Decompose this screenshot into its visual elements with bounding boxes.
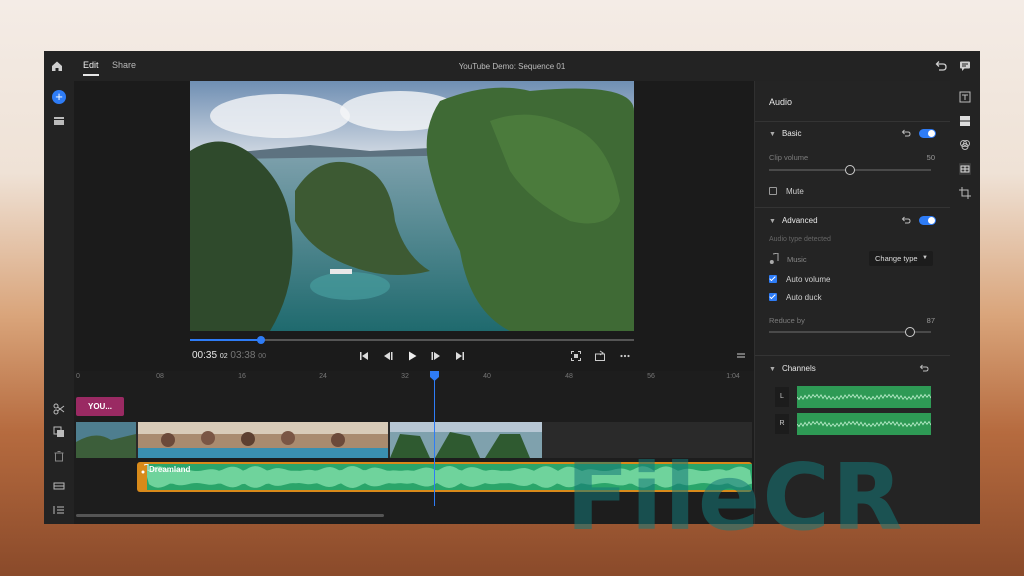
channel-right-label: R bbox=[775, 414, 789, 434]
reduce-by-value: 87 bbox=[926, 316, 935, 325]
ruler-tick: 40 bbox=[483, 373, 491, 380]
clip-volume-value: 50 bbox=[926, 153, 935, 162]
clip-thumbnail[interactable] bbox=[76, 422, 136, 458]
change-type-label: Change type bbox=[875, 254, 918, 263]
reduce-by-slider[interactable] bbox=[769, 327, 931, 337]
watermark: FileCR bbox=[566, 444, 905, 551]
step-back-icon[interactable] bbox=[382, 350, 394, 362]
advanced-section-header[interactable]: ▼ Advanced bbox=[769, 216, 818, 225]
ruler-tick: 56 bbox=[647, 373, 655, 380]
playback-scrubber[interactable] bbox=[190, 336, 634, 344]
project-panel-icon[interactable] bbox=[52, 114, 66, 128]
audio-panel-icon[interactable] bbox=[958, 162, 972, 176]
list-view-icon[interactable] bbox=[52, 503, 66, 517]
total-time: 03:38 bbox=[230, 350, 256, 361]
play-icon[interactable] bbox=[406, 350, 418, 362]
share-frame-icon[interactable] bbox=[594, 350, 606, 362]
sequence-title: YouTube Demo: Sequence 01 bbox=[458, 62, 566, 71]
add-media-button[interactable]: + bbox=[52, 90, 66, 104]
clip-volume-slider[interactable] bbox=[769, 165, 931, 175]
ruler-tick: 08 bbox=[156, 373, 164, 380]
tracks-icon[interactable] bbox=[52, 479, 66, 493]
mute-checkbox[interactable] bbox=[769, 187, 777, 195]
crop-panel-icon[interactable] bbox=[958, 186, 972, 200]
current-frames: 02 bbox=[219, 353, 228, 360]
chevron-down-icon: ▼ bbox=[769, 131, 776, 138]
auto-volume-label: Auto volume bbox=[786, 275, 831, 284]
timeline-ruler[interactable]: 0 08 16 24 32 40 48 56 1:04 bbox=[74, 371, 754, 385]
music-note-icon bbox=[769, 253, 779, 264]
total-frames: 00 bbox=[258, 353, 266, 360]
chevron-down-icon: ▼ bbox=[922, 255, 928, 261]
hamburger-menu-icon[interactable] bbox=[735, 350, 747, 362]
scrubber-handle[interactable] bbox=[257, 336, 266, 344]
trash-icon[interactable] bbox=[52, 449, 66, 463]
right-rail bbox=[950, 81, 980, 524]
advanced-toggle[interactable] bbox=[919, 216, 936, 225]
divider bbox=[755, 207, 951, 208]
change-type-dropdown[interactable]: Change type ▼ bbox=[869, 251, 933, 266]
undo-icon[interactable] bbox=[934, 59, 948, 73]
mute-label: Mute bbox=[786, 187, 804, 196]
skip-to-end-icon[interactable] bbox=[454, 350, 466, 362]
auto-volume-checkbox[interactable] bbox=[769, 275, 777, 283]
panel-title: Audio bbox=[769, 97, 793, 107]
basic-section-header[interactable]: ▼ Basic bbox=[769, 129, 802, 138]
ruler-tick: 16 bbox=[238, 373, 246, 380]
video-frame[interactable] bbox=[190, 81, 634, 331]
ruler-tick: 48 bbox=[565, 373, 573, 380]
current-time: 00:35 bbox=[192, 350, 218, 361]
reset-icon[interactable] bbox=[901, 215, 911, 225]
clip-thumbnail[interactable] bbox=[390, 422, 542, 458]
audio-type-label: Music bbox=[787, 255, 807, 264]
clip-volume-handle[interactable] bbox=[845, 165, 855, 175]
ruler-tick: 24 bbox=[319, 373, 327, 380]
step-forward-icon[interactable] bbox=[430, 350, 442, 362]
chevron-down-icon: ▼ bbox=[769, 366, 776, 373]
channels-header-label: Channels bbox=[781, 364, 816, 373]
preview-area: 00:35 02 03:38 00 bbox=[74, 81, 754, 371]
scissors-icon[interactable] bbox=[52, 402, 66, 416]
reset-icon[interactable] bbox=[919, 363, 929, 373]
auto-duck-label: Auto duck bbox=[786, 293, 822, 302]
transitions-panel-icon[interactable] bbox=[958, 114, 972, 128]
divider bbox=[755, 121, 951, 122]
audio-clip-label: Dreamland bbox=[149, 465, 191, 474]
feedback-icon[interactable] bbox=[958, 59, 972, 73]
channel-left-waveform bbox=[796, 386, 932, 408]
channel-left-label: L bbox=[775, 387, 789, 407]
channels-section-header[interactable]: ▼ Channels bbox=[769, 364, 816, 373]
basic-toggle[interactable] bbox=[919, 129, 936, 138]
fit-screen-icon[interactable] bbox=[570, 350, 582, 362]
advanced-header-label: Advanced bbox=[781, 216, 818, 225]
color-panel-icon[interactable] bbox=[958, 138, 972, 152]
left-toolbar: + bbox=[44, 81, 74, 524]
more-options-icon[interactable] bbox=[619, 350, 631, 362]
auto-duck-checkbox[interactable] bbox=[769, 293, 777, 301]
clip-thumbnail[interactable] bbox=[138, 422, 388, 458]
reduce-by-handle[interactable] bbox=[904, 327, 915, 337]
ruler-tick: 1:04 bbox=[726, 373, 740, 380]
title-clip[interactable]: YOU... bbox=[76, 397, 124, 416]
scrubber-progress bbox=[190, 339, 262, 341]
duplicate-icon[interactable] bbox=[52, 425, 66, 439]
divider bbox=[755, 355, 951, 356]
audio-type-detected-label: Audio type detected bbox=[769, 236, 831, 243]
top-bar: Edit Share YouTube Demo: Sequence 01 bbox=[44, 51, 980, 81]
ruler-tick: 32 bbox=[401, 373, 409, 380]
reduce-by-label: Reduce by bbox=[769, 316, 805, 325]
ruler-tick: 0 bbox=[76, 373, 80, 380]
titles-panel-icon[interactable] bbox=[958, 90, 972, 104]
chevron-down-icon: ▼ bbox=[769, 218, 776, 225]
basic-header-label: Basic bbox=[781, 129, 802, 138]
clip-volume-label: Clip volume bbox=[769, 153, 809, 162]
channel-right-waveform bbox=[796, 413, 932, 435]
reset-icon[interactable] bbox=[901, 128, 911, 138]
playhead[interactable] bbox=[430, 371, 439, 506]
timeline-scrollbar[interactable] bbox=[76, 514, 384, 517]
skip-to-start-icon[interactable] bbox=[358, 350, 370, 362]
timecode: 00:35 02 03:38 00 bbox=[192, 350, 266, 361]
music-note-icon bbox=[141, 464, 149, 474]
